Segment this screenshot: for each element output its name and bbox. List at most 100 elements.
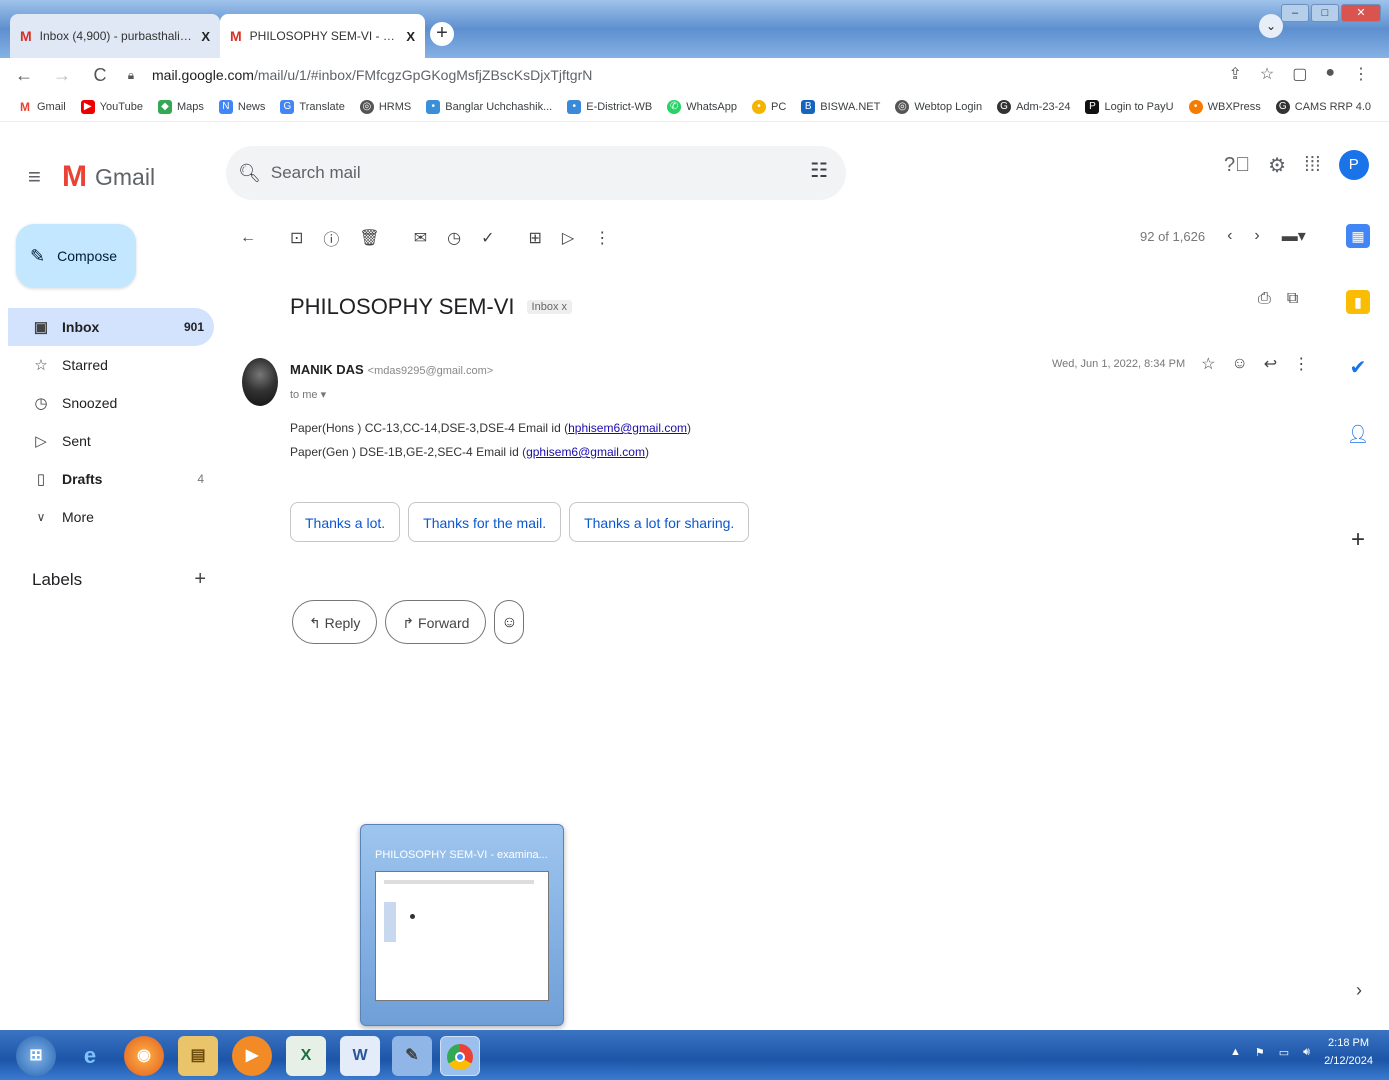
sidebar-item-more[interactable]: ∨ More <box>8 498 214 536</box>
open-new-window-icon[interactable]: ⧉ <box>1287 290 1298 308</box>
bookmark-item[interactable]: • PC <box>751 99 786 114</box>
system-clock[interactable]: 2:18 PM 2/12/2024 <box>1324 1034 1373 1070</box>
label-icon[interactable]: ▷ <box>562 228 574 248</box>
gmail-logo[interactable]: M Gmail <box>62 160 155 194</box>
lock-icon[interactable]: 🔒︎ <box>124 68 138 83</box>
bookmark-item[interactable]: G Translate <box>280 99 345 114</box>
chrome-icon[interactable] <box>440 1036 480 1076</box>
bookmark-item[interactable]: G CAMS RRP 4.0 <box>1275 99 1371 114</box>
tasks-icon[interactable]: ✔ <box>1346 356 1370 380</box>
input-tools-icon[interactable]: ▬▾ <box>1282 226 1306 246</box>
maximize-button[interactable]: □ <box>1311 4 1339 22</box>
paint-icon[interactable]: ✎ <box>392 1036 432 1076</box>
share-icon[interactable]: ⇪ <box>1228 64 1241 84</box>
keep-icon[interactable]: ▮ <box>1346 290 1370 314</box>
internet-explorer-icon[interactable]: e <box>70 1036 110 1076</box>
sender-name[interactable]: MANIK DAS <box>290 362 364 377</box>
bookmark-item[interactable]: ◎ Webtop Login <box>895 99 982 114</box>
more-kebab-icon[interactable]: ⋮ <box>594 228 610 248</box>
close-window-button[interactable]: ✕ <box>1341 4 1381 22</box>
apps-grid-icon[interactable]: ⁞⁞⁞ <box>1304 154 1321 177</box>
more-kebab-icon[interactable]: ⋮ <box>1293 354 1309 374</box>
bookmark-item[interactable]: B BISWA.NET <box>801 99 880 114</box>
sender-avatar[interactable] <box>242 358 278 406</box>
bookmark-item[interactable]: N News <box>218 99 265 114</box>
bookmark-item[interactable]: • E-District-WB <box>567 99 652 114</box>
search-input[interactable]: Search mail <box>271 163 361 183</box>
search-icon[interactable]: 🔍︎ <box>238 163 261 184</box>
bookmark-item[interactable]: • WBXPress <box>1188 99 1261 114</box>
menu-kebab-icon[interactable]: ⋮ <box>1353 64 1369 84</box>
email-link[interactable]: hphisem6@gmail.com <box>568 421 687 435</box>
media-player-icon[interactable]: ▶ <box>232 1036 272 1076</box>
delete-trash-icon[interactable]: 🗑︎ <box>359 228 379 248</box>
tab-search-icon[interactable]: ⌄ <box>1259 14 1283 38</box>
forward-icon[interactable]: → <box>48 65 76 86</box>
bookmark-item[interactable]: ✆ WhatsApp <box>667 99 737 114</box>
move-to-icon[interactable]: ⊞ <box>529 228 542 248</box>
snooze-icon[interactable]: ◷ <box>447 228 461 248</box>
bookmark-item[interactable]: ▶ YouTube <box>80 99 143 114</box>
firefox-icon[interactable]: ◉ <box>124 1036 164 1076</box>
smart-reply-button[interactable]: Thanks for the mail. <box>408 502 562 542</box>
tab-inbox[interactable]: M Inbox (4,900) - purbasthalicolleg X <box>10 14 220 58</box>
new-tab-button[interactable]: + <box>430 22 454 46</box>
account-avatar[interactable]: P <box>1338 150 1369 180</box>
search-options-icon[interactable]: ☷ <box>810 158 828 183</box>
minimize-button[interactable]: – <box>1281 4 1309 22</box>
report-spam-icon[interactable]: ⓘ <box>323 226 339 250</box>
reload-icon[interactable]: C <box>86 65 114 86</box>
show-side-panel-icon[interactable]: › <box>1356 980 1362 1001</box>
bookmark-item[interactable]: ◎ HRMS <box>359 99 411 114</box>
smart-reply-button[interactable]: Thanks a lot for sharing. <box>569 502 750 542</box>
smart-reply-button[interactable]: Thanks a lot. <box>290 502 401 542</box>
help-icon[interactable]: ?⃝ <box>1224 154 1250 177</box>
email-link[interactable]: gphisem6@gmail.com <box>526 445 645 459</box>
taskbar-thumbnail[interactable]: PHILOSOPHY SEM-VI - examina... <box>360 824 564 1026</box>
get-addons-icon[interactable]: + <box>1346 528 1370 552</box>
settings-gear-icon[interactable]: ⚙ <box>1268 153 1286 178</box>
search-bar[interactable]: 🔍︎ Search mail ☷ <box>226 146 846 200</box>
contacts-icon[interactable]: 👤︎ <box>1346 422 1370 446</box>
reply-icon[interactable]: ↩ <box>1264 354 1277 374</box>
bookmark-star-icon[interactable]: ☆ <box>1260 64 1274 84</box>
mark-unread-icon[interactable]: ✉ <box>414 228 427 248</box>
sidebar-item-snoozed[interactable]: ◷ Snoozed <box>8 384 214 422</box>
tab-philosophy[interactable]: M PHILOSOPHY SEM-VI - examina X <box>220 14 425 58</box>
recipient-line[interactable]: to me ▾ <box>290 388 326 401</box>
sidebar-item-drafts[interactable]: ▯ Drafts 4 <box>8 460 214 498</box>
tab-close-button[interactable]: X <box>406 29 415 44</box>
tab-close-button[interactable]: X <box>201 29 210 44</box>
compose-button[interactable]: ✎ Compose <box>16 224 136 288</box>
flag-icon[interactable]: ⚑ <box>1255 1046 1265 1059</box>
word-icon[interactable]: W <box>340 1036 380 1076</box>
chevron-left-icon[interactable]: ‹ <box>1227 227 1232 245</box>
excel-icon[interactable]: X <box>286 1036 326 1076</box>
start-button-icon[interactable]: ⊞ <box>16 1036 56 1076</box>
back-arrow-icon[interactable]: ← <box>240 229 256 247</box>
sidebar-item-sent[interactable]: ▷ Sent <box>8 422 214 460</box>
print-icon[interactable]: ⎙ <box>1258 290 1271 308</box>
archive-icon[interactable]: ⊡ <box>290 228 303 248</box>
inbox-label-chip[interactable]: Inbox x <box>526 300 573 314</box>
network-icon[interactable]: ▭ <box>1279 1046 1289 1059</box>
profile-icon[interactable]: ● <box>1325 64 1335 84</box>
emoji-react-button[interactable]: ☺ <box>494 600 525 644</box>
sidebar-item-starred[interactable]: ☆ Starred <box>8 346 214 384</box>
forward-button[interactable]: ↱ Forward <box>385 600 487 644</box>
file-explorer-icon[interactable]: ▤ <box>178 1036 218 1076</box>
sidebar-item-inbox[interactable]: ▣ Inbox 901 <box>8 308 214 346</box>
show-hidden-icons[interactable]: ▲ <box>1230 1046 1241 1058</box>
bookmark-item[interactable]: G Adm-23-24 <box>997 99 1070 114</box>
calendar-icon[interactable]: ▦ <box>1346 224 1370 248</box>
star-icon[interactable]: ☆ <box>1201 354 1215 374</box>
volume-icon[interactable]: 🔊︎ <box>1303 1046 1310 1059</box>
bookmark-item[interactable]: ◆ Maps <box>157 99 204 114</box>
bookmark-item[interactable]: M Gmail <box>18 100 66 114</box>
add-label-button[interactable]: + <box>194 568 206 591</box>
url-field[interactable]: mail.google.com/mail/u/1/#inbox/FMfcgzGp… <box>152 67 592 83</box>
main-menu-icon[interactable]: ≡ <box>28 164 41 190</box>
back-icon[interactable]: ← <box>10 65 38 86</box>
chevron-right-icon[interactable]: › <box>1254 227 1259 245</box>
bookmark-item[interactable]: • Banglar Uchchashik... <box>426 99 552 114</box>
